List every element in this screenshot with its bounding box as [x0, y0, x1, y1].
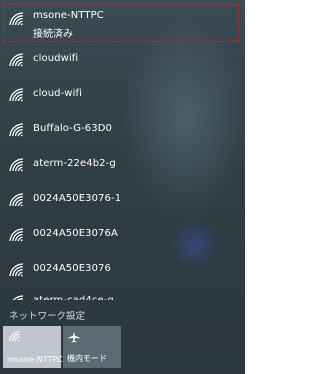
network-name: Buffalo-G-63D0: [33, 123, 112, 134]
network-status: 接続済み: [33, 29, 73, 40]
wifi-icon: [9, 228, 24, 242]
airplane-icon: [68, 331, 80, 343]
network-name: aterm-cad4ce-g: [33, 295, 114, 300]
network-name: aterm-22e4b2-g: [33, 158, 116, 169]
wifi-icon: [9, 123, 24, 137]
network-name: 0024A50E3076: [33, 263, 111, 274]
wifi-icon: [9, 158, 24, 172]
wifi-icon: [9, 53, 24, 67]
network-name: msone-NTTPC: [33, 10, 104, 21]
network-item[interactable]: aterm-22e4b2-g: [0, 149, 245, 185]
wifi-icon: [9, 12, 24, 26]
network-item[interactable]: cloudwifi: [0, 44, 245, 80]
network-flyout: msone-NTTPC 接続済み cloudwifi cloud-wifi Bu…: [0, 0, 245, 374]
network-list: msone-NTTPC 接続済み cloudwifi cloud-wifi Bu…: [0, 0, 245, 300]
network-item[interactable]: 0024A50E3076: [0, 254, 245, 290]
network-name: 0024A50E3076A: [33, 228, 118, 239]
wifi-tile-label: msone-NTTPC: [7, 355, 63, 364]
network-name: cloud-wifi: [33, 88, 82, 99]
wifi-icon: [9, 263, 24, 277]
wifi-toggle-tile[interactable]: msone-NTTPC: [3, 326, 63, 368]
network-item[interactable]: aterm-cad4ce-g: [0, 286, 245, 300]
network-settings-link[interactable]: ネットワーク設定: [9, 308, 85, 322]
network-item[interactable]: 0024A50E3076-1: [0, 184, 245, 220]
network-name: 0024A50E3076-1: [33, 193, 122, 204]
airplane-mode-tile[interactable]: 機内モード: [63, 326, 121, 368]
network-item[interactable]: Buffalo-G-63D0: [0, 114, 245, 150]
airplane-tile-label: 機内モード: [67, 354, 107, 363]
network-item-connected[interactable]: msone-NTTPC 接続済み: [0, 4, 245, 44]
network-item[interactable]: cloud-wifi: [0, 79, 245, 115]
wifi-icon: [8, 331, 20, 342]
wifi-icon: [9, 193, 24, 207]
wifi-icon: [12, 295, 24, 300]
network-item[interactable]: 0024A50E3076A: [0, 219, 245, 255]
wifi-icon: [9, 88, 24, 102]
network-name: cloudwifi: [33, 53, 79, 64]
